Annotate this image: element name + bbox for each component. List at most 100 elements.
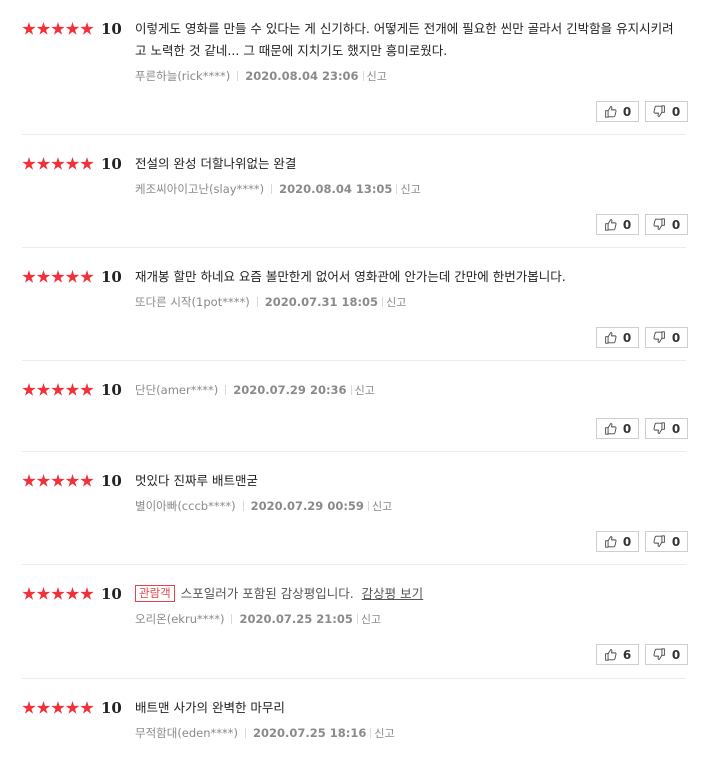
star-icon: [36, 474, 51, 487]
divider: [382, 297, 384, 307]
review-text: 재개봉 할만 하네요 요즘 볼만한게 없어서 영화관에 안가는데 간만에 한번가…: [135, 269, 566, 284]
review-text: 전설의 완성 더할나위없는 완결: [135, 156, 297, 171]
review-item: 10 관람객 스포일러가 포함된 감상평입니다. 감상평 보기 오리온(ekru**…: [22, 565, 688, 679]
rating-score: 10: [101, 381, 122, 399]
rating-score: 10: [101, 155, 122, 173]
review-meta: 케조씨아이고난(slay****) 2020.08.04 13:05 신고: [135, 181, 683, 198]
star-icon: [65, 270, 80, 283]
like-count: 0: [622, 534, 632, 549]
like-count: 0: [622, 217, 632, 232]
star-icon: [51, 383, 65, 396]
report-link[interactable]: 신고: [367, 70, 387, 83]
star-icon: [22, 157, 36, 170]
star-icon: [65, 383, 80, 396]
star-icon: [22, 474, 36, 487]
divider: [245, 728, 247, 738]
star-icon: [80, 157, 94, 170]
star-icon: [80, 270, 94, 283]
report-link[interactable]: 신고: [386, 296, 406, 309]
view-review-link[interactable]: 감상평 보기: [362, 586, 423, 601]
report-link[interactable]: 신고: [355, 384, 375, 397]
thumbs-down-icon: [653, 218, 665, 230]
rating-stars: [22, 700, 95, 716]
dislike-count: 0: [671, 534, 681, 549]
like-button[interactable]: 6: [596, 644, 639, 665]
dislike-button[interactable]: 0: [645, 531, 688, 552]
star-icon: [65, 474, 80, 487]
rating-stars: [22, 156, 95, 172]
thumbs-up-icon: [604, 536, 617, 548]
like-button[interactable]: 0: [596, 101, 639, 122]
dislike-button[interactable]: 0: [645, 418, 688, 439]
thumbs-up-icon: [604, 649, 617, 661]
review-item: 10 멋있다 진짜루 배트맨굳 별이아빠(cccb****) 2020.07.29…: [22, 452, 688, 565]
review-item: 10 이렇게도 영화를 만들 수 있다는 게 신기하다. 어떻게든 전개에 필요…: [22, 0, 688, 135]
rating-score: 10: [101, 20, 122, 38]
divider: [231, 614, 233, 624]
divider: [225, 385, 227, 395]
dislike-button[interactable]: 0: [645, 644, 688, 665]
star-icon: [22, 270, 36, 283]
thumbs-up-icon: [604, 106, 617, 118]
dislike-button[interactable]: 0: [645, 101, 688, 122]
star-icon: [80, 587, 94, 600]
review-author: 무적함대(eden****): [135, 726, 239, 740]
like-button[interactable]: 0: [596, 531, 639, 552]
review-list: 10 이렇게도 영화를 만들 수 있다는 게 신기하다. 어떻게든 전개에 필요…: [0, 0, 720, 759]
rating-stars: [22, 269, 95, 285]
report-link[interactable]: 신고: [372, 500, 392, 513]
viewer-badge: 관람객: [135, 585, 175, 602]
rating-score: 10: [101, 585, 122, 603]
review-meta: 별이아빠(cccb****) 2020.07.29 00:59 신고: [135, 498, 683, 515]
report-link[interactable]: 신고: [400, 183, 420, 196]
divider: [362, 71, 364, 81]
review-date: 2020.08.04 23:06: [245, 69, 359, 83]
like-button[interactable]: 0: [596, 327, 639, 348]
star-icon: [36, 383, 51, 396]
star-icon: [65, 157, 80, 170]
like-count: 0: [622, 421, 632, 436]
like-button[interactable]: 0: [596, 214, 639, 235]
star-icon: [80, 701, 94, 714]
thumbs-down-icon: [653, 422, 665, 434]
review-author: 별이아빠(cccb****): [135, 499, 236, 513]
report-link[interactable]: 신고: [361, 613, 381, 626]
review-date: 2020.07.25 21:05: [239, 612, 353, 626]
dislike-button[interactable]: 0: [645, 214, 688, 235]
star-icon: [36, 22, 51, 35]
divider: [396, 184, 398, 194]
dislike-count: 0: [671, 647, 681, 662]
thumbs-down-icon: [653, 648, 665, 660]
star-icon: [80, 22, 94, 35]
dislike-button[interactable]: 0: [645, 327, 688, 348]
star-icon: [22, 383, 36, 396]
dislike-count: 0: [671, 330, 681, 345]
like-count: 6: [622, 647, 632, 662]
star-icon: [51, 701, 65, 714]
dislike-count: 0: [671, 104, 681, 119]
divider: [350, 385, 352, 395]
star-icon: [65, 587, 80, 600]
review-meta: 또다른 시작(1pot****) 2020.07.31 18:05 신고: [135, 294, 683, 311]
thumbs-down-icon: [653, 331, 665, 343]
report-link[interactable]: 신고: [374, 727, 394, 740]
star-icon: [36, 270, 51, 283]
divider: [242, 501, 244, 511]
star-icon: [36, 157, 51, 170]
rating-stars: [22, 586, 95, 602]
review-author: 오리온(ekru****): [135, 612, 225, 626]
review-meta: 무적함대(eden****) 2020.07.25 18:16 신고: [135, 725, 683, 742]
star-icon: [51, 270, 65, 283]
review-author: 단단(amer****): [135, 383, 219, 397]
rating-stars: [22, 382, 95, 398]
like-count: 0: [622, 104, 632, 119]
star-icon: [51, 474, 65, 487]
like-button[interactable]: 0: [596, 418, 639, 439]
dislike-count: 0: [671, 217, 681, 232]
divider: [356, 614, 358, 624]
divider: [367, 501, 369, 511]
spoiler-notice: 관람객 스포일러가 포함된 감상평입니다. 감상평 보기: [135, 583, 683, 605]
thumbs-down-icon: [653, 105, 665, 117]
review-item: 10 재개봉 할만 하네요 요즘 볼만한게 없어서 영화관에 안가는데 간만에 …: [22, 248, 688, 361]
review-meta: 푸른하늘(rick****) 2020.08.04 23:06 신고: [135, 68, 683, 85]
